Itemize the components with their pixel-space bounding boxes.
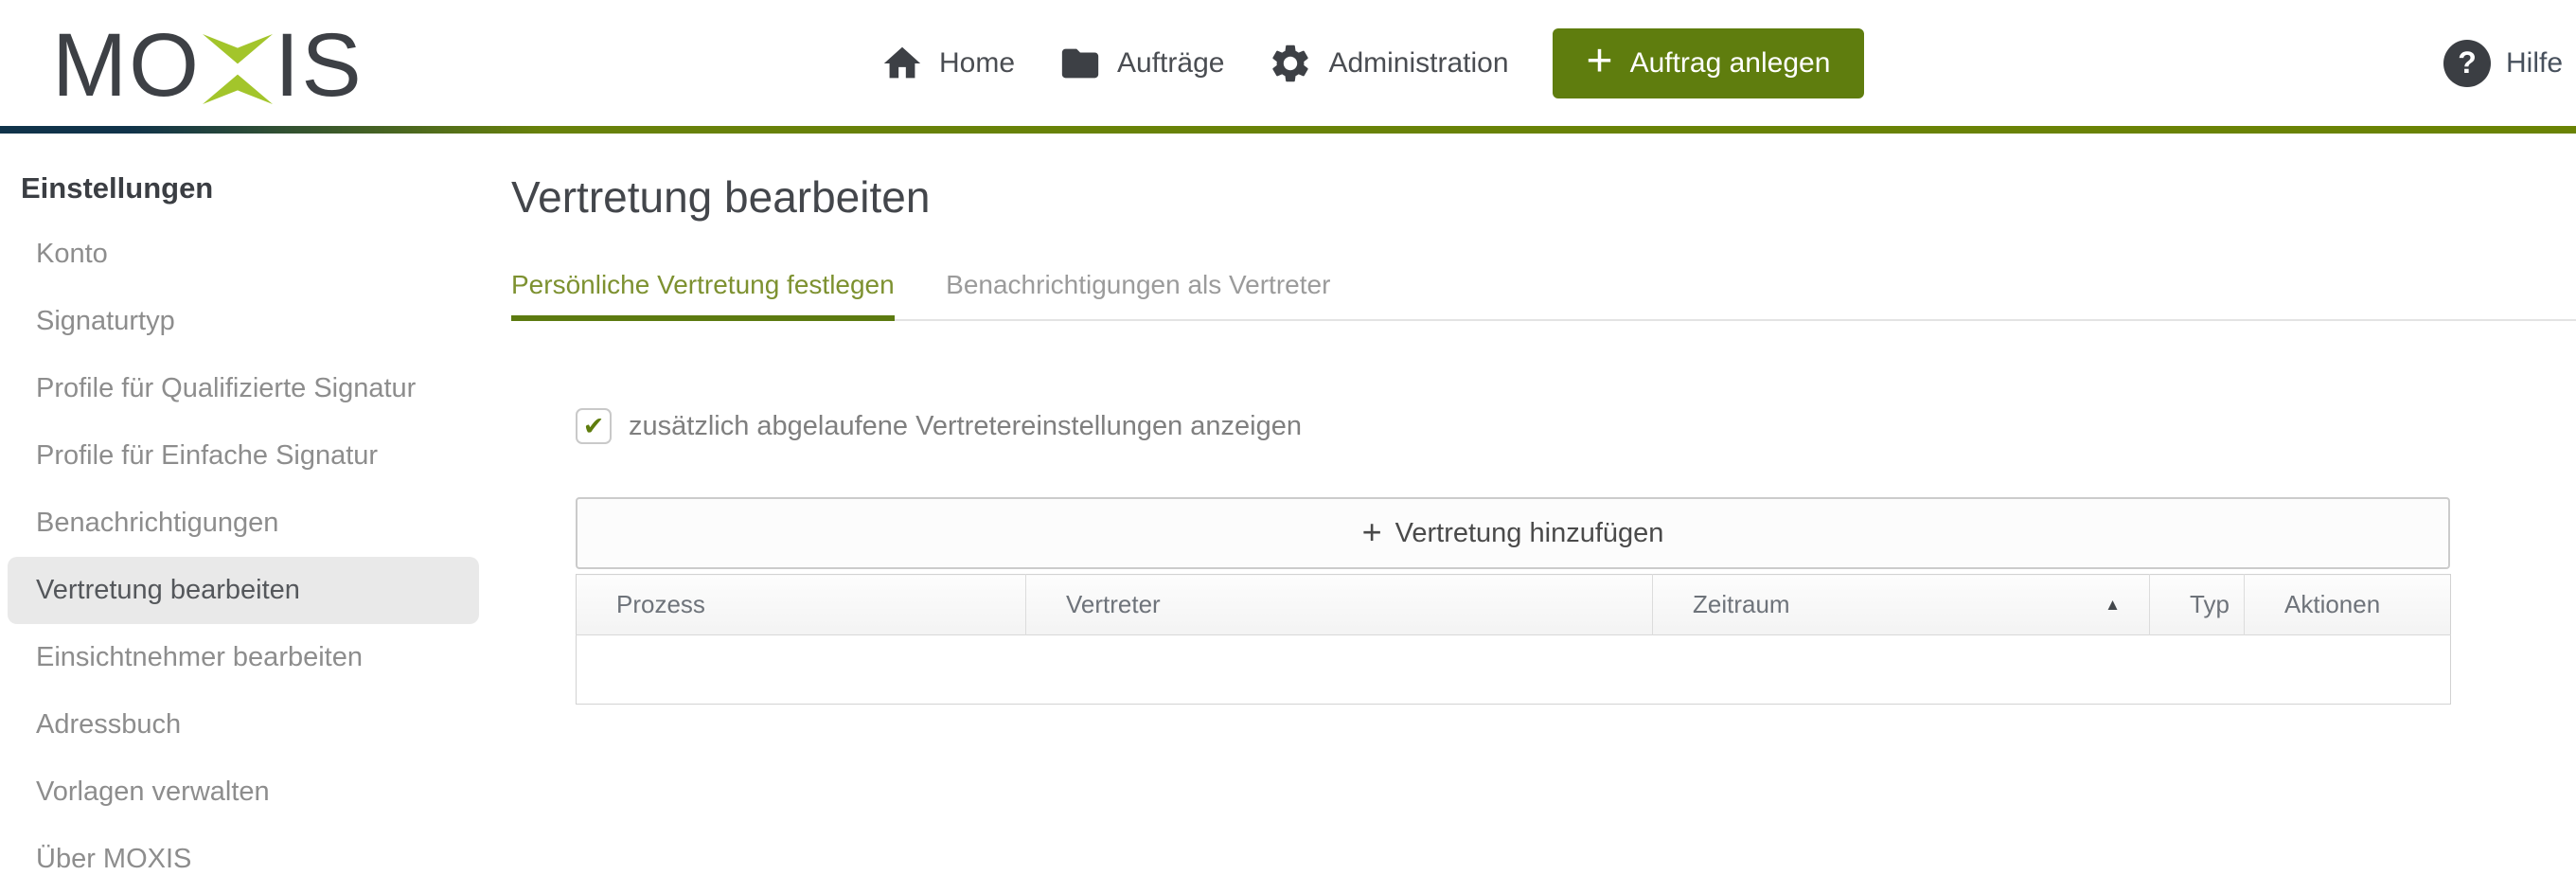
tab-benachrichtigungen-als-vertreter[interactable]: Benachrichtigungen als Vertreter [946, 270, 1330, 321]
nav-label-administration: Administration [1328, 47, 1508, 80]
sidebar-item-benachrichtigungen[interactable]: Benachrichtigungen [0, 490, 494, 557]
help-link[interactable]: ? Hilfe [2443, 0, 2563, 126]
logo-text-left: MO [52, 21, 201, 111]
home-icon [880, 42, 924, 85]
show-expired-checkbox[interactable]: ✔ [576, 408, 612, 444]
sidebar-item-adressbuch[interactable]: Adressbuch [0, 691, 494, 759]
top-header: MO IS Home Aufträge Administration + [0, 0, 2576, 126]
tab-bar: Persönliche Vertretung festlegen Benachr… [511, 270, 2576, 321]
page-title: Vertretung bearbeiten [511, 171, 2576, 223]
gear-icon [1268, 41, 1313, 86]
settings-sidebar: Einstellungen Konto Signaturtyp Profile … [0, 134, 494, 893]
column-header-zeitraum-label: Zeitraum [1693, 590, 1790, 619]
help-label: Hilfe [2506, 47, 2563, 80]
representation-table: Prozess Vertreter Zeitraum ▲ Typ Aktione… [576, 574, 2451, 705]
nav-item-auftraege[interactable]: Aufträge [1058, 42, 1224, 85]
column-header-zeitraum[interactable]: Zeitraum ▲ [1653, 575, 2150, 635]
nav-item-administration[interactable]: Administration [1268, 41, 1508, 86]
logo-x-icon [203, 33, 273, 105]
sidebar-item-ueber-moxis[interactable]: Über MOXIS [0, 826, 494, 893]
sidebar-item-vertretung-bearbeiten[interactable]: Vertretung bearbeiten [8, 557, 479, 624]
empty-table-cell [577, 635, 2451, 705]
nav-label-auftraege: Aufträge [1117, 47, 1224, 80]
sidebar-item-profile-einfache-signatur[interactable]: Profile für Einfache Signatur [0, 422, 494, 490]
logo-text-right: IS [275, 21, 364, 111]
folder-icon [1058, 42, 1102, 85]
column-header-prozess[interactable]: Prozess [577, 575, 1026, 635]
empty-table-row [577, 635, 2451, 705]
checkmark-icon: ✔ [583, 412, 605, 441]
add-representation-label: Vertretung hinzufügen [1395, 518, 1664, 549]
moxis-logo[interactable]: MO IS [52, 21, 364, 111]
question-icon: ? [2443, 40, 2491, 87]
show-expired-label: zusätzlich abgelaufene Vertretereinstell… [629, 411, 1302, 442]
create-order-label: Auftrag anlegen [1630, 47, 1831, 80]
sidebar-item-signaturtyp[interactable]: Signaturtyp [0, 288, 494, 355]
sort-asc-icon: ▲ [2105, 596, 2121, 615]
column-header-vertreter[interactable]: Vertreter [1026, 575, 1653, 635]
column-header-typ[interactable]: Typ [2150, 575, 2245, 635]
sidebar-item-profile-qualifizierte-signatur[interactable]: Profile für Qualifizierte Signatur [0, 355, 494, 422]
column-header-aktionen[interactable]: Aktionen [2245, 575, 2451, 635]
sidebar-title: Einstellungen [21, 171, 494, 205]
show-expired-row[interactable]: ✔ zusätzlich abgelaufene Vertretereinste… [576, 408, 2576, 444]
main-nav: Home Aufträge Administration + Auftrag a… [880, 0, 1864, 126]
main-content: Vertretung bearbeiten Persönliche Vertre… [511, 134, 2576, 705]
add-representation-button[interactable]: + Vertretung hinzufügen [576, 497, 2450, 569]
table-header-row: Prozess Vertreter Zeitraum ▲ Typ Aktione… [577, 575, 2451, 635]
sidebar-item-vorlagen-verwalten[interactable]: Vorlagen verwalten [0, 759, 494, 826]
create-order-button[interactable]: + Auftrag anlegen [1553, 28, 1865, 98]
nav-item-home[interactable]: Home [880, 42, 1015, 85]
sidebar-item-einsichtnehmer-bearbeiten[interactable]: Einsichtnehmer bearbeiten [0, 624, 494, 691]
tab-persoenliche-vertretung[interactable]: Persönliche Vertretung festlegen [511, 270, 895, 321]
header-accent-bar [0, 126, 2576, 134]
sidebar-list: Konto Signaturtyp Profile für Qualifizie… [0, 221, 494, 893]
nav-label-home: Home [939, 47, 1015, 80]
sidebar-item-konto[interactable]: Konto [0, 221, 494, 288]
